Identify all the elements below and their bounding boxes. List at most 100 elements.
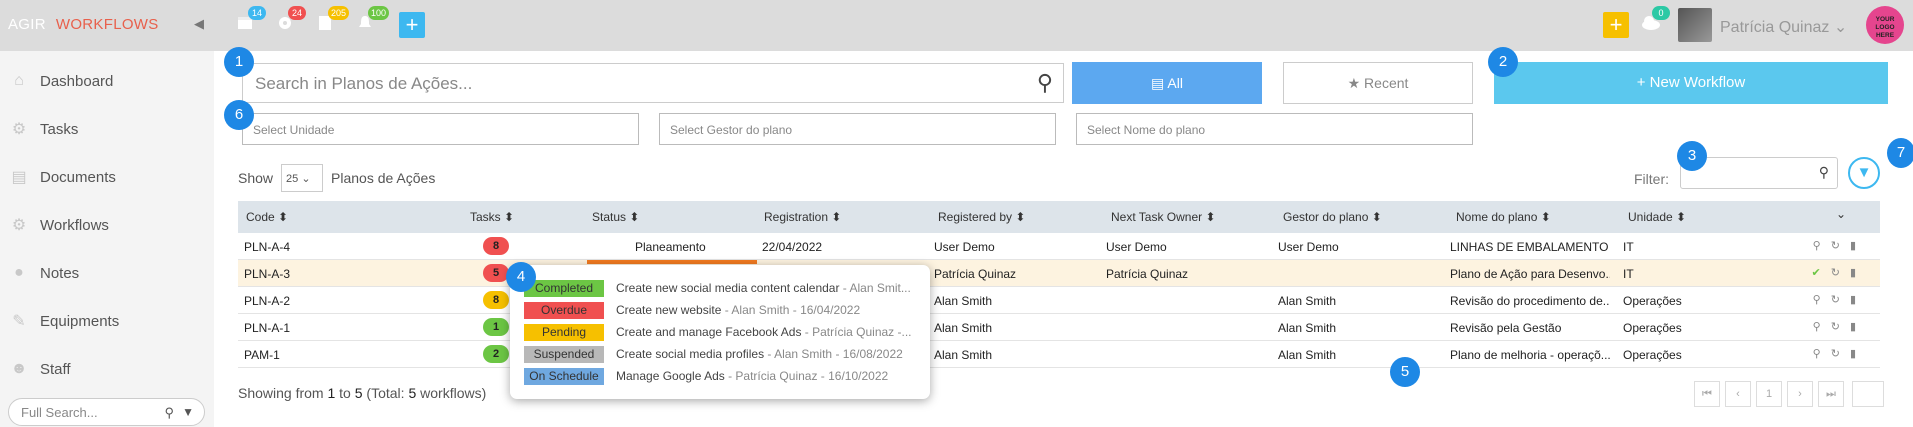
cell-code: PLN-A-4: [244, 240, 291, 254]
sidebar-item-dashboard[interactable]: ⌂ Dashboard: [8, 66, 113, 96]
cell-gestor: Alan Smith: [1278, 321, 1337, 335]
col-gestor[interactable]: Gestor do plano ⬍: [1283, 210, 1382, 224]
collapse-sidebar-icon[interactable]: ◀: [194, 16, 204, 32]
sidebar-item-staff[interactable]: ☻ Staff: [8, 354, 71, 384]
first-page-button[interactable]: ⏮: [1694, 381, 1720, 407]
filter-icon[interactable]: ▼: [182, 405, 194, 419]
col-unidade[interactable]: Unidade ⬍: [1628, 210, 1686, 224]
notifications-icon[interactable]: 100: [356, 6, 390, 35]
marker-3: 3: [1677, 141, 1707, 171]
page-jump-input[interactable]: [1852, 381, 1884, 407]
nome-select[interactable]: Select Nome do plano: [1076, 113, 1473, 145]
search-icon: ⚲: [1812, 240, 1831, 252]
sidebar-item-documents[interactable]: ▤ Documents: [8, 162, 115, 192]
tasks-badge[interactable]: 2: [483, 345, 509, 363]
cell-code: PLN-A-3: [244, 267, 291, 281]
show-label: Show: [238, 170, 274, 186]
advanced-filter-button[interactable]: ▼: [1848, 157, 1880, 189]
cell-registered-by: Alan Smith: [934, 348, 993, 362]
avatar[interactable]: [1678, 8, 1712, 42]
new-workflow-button[interactable]: + New Workflow: [1494, 62, 1888, 104]
sidebar-item-tasks[interactable]: ⚙ Tasks: [8, 114, 79, 144]
settings-badge: 24: [288, 6, 306, 20]
cell-registered-by: User Demo: [934, 240, 995, 254]
chat-icon: ●: [14, 264, 24, 281]
cell-code: PAM-1: [244, 348, 280, 362]
status-badge: Overdue: [524, 301, 604, 319]
page-size-select[interactable]: 25 ⌄: [281, 164, 324, 192]
cell-unidade: IT: [1623, 240, 1634, 254]
row-actions[interactable]: ⚲↻▮: [1813, 347, 1866, 360]
last-page-button[interactable]: ⏭: [1818, 381, 1844, 407]
table-row[interactable]: PAM-1 2 Alan Smith Alan Smith Plano de m…: [238, 341, 1880, 368]
search-placeholder: Search in Planos de Ações...: [255, 74, 473, 93]
search-icon[interactable]: ⚲: [164, 405, 174, 421]
page-size-control: Show 25 ⌄ Planos de Ações: [238, 164, 435, 192]
table-row[interactable]: PLN-A-1 1 Alan Smith Alan Smith Revisão …: [238, 314, 1880, 341]
recent-button[interactable]: ★ Recent: [1283, 62, 1473, 104]
cloud-icon[interactable]: 0: [1640, 6, 1670, 35]
popup-task-item[interactable]: Completed Create new social media conten…: [524, 279, 911, 297]
col-registration[interactable]: Registration ⬍: [764, 210, 841, 224]
row-actions[interactable]: ✔↻▮: [1812, 266, 1867, 279]
cell-gestor: Alan Smith: [1278, 294, 1337, 308]
settings-icon[interactable]: 24: [276, 6, 306, 35]
col-next-owner[interactable]: Next Task Owner ⬍: [1111, 210, 1216, 224]
tasks-badge[interactable]: 8: [483, 237, 509, 255]
row-actions[interactable]: ⚲↻▮: [1813, 293, 1866, 306]
table-row[interactable]: PLN-A-3 5 Patrícia Quinaz Patrícia Quina…: [238, 260, 1880, 287]
all-button[interactable]: ▤ All: [1072, 62, 1262, 104]
refresh-icon: ↻: [1830, 348, 1850, 360]
current-page[interactable]: 1: [1756, 381, 1782, 407]
popup-task-item[interactable]: Suspended Create social media profiles -…: [524, 345, 903, 363]
tasks-icon[interactable]: 205: [316, 6, 350, 35]
cell-code: PLN-A-1: [244, 321, 291, 335]
sidebar-item-notes[interactable]: ● Notes: [8, 258, 79, 288]
cell-nome: Plano de Ação para Desenvo...: [1450, 267, 1610, 281]
search-icon[interactable]: ⚲: [1037, 70, 1053, 96]
add-new-button[interactable]: +: [1603, 12, 1629, 38]
calendar-icon[interactable]: 14: [236, 6, 266, 35]
col-nome[interactable]: Nome do plano ⬍: [1456, 210, 1551, 224]
search-icon: ⚲: [1812, 348, 1831, 360]
popup-task-item[interactable]: On Schedule Manage Google Ads - Patrícia…: [524, 367, 888, 385]
col-registered-by[interactable]: Registered by ⬍: [938, 210, 1025, 224]
table-header: Code ⬍ Tasks ⬍ Status ⬍ Registration ⬍ R…: [238, 201, 1880, 233]
col-code[interactable]: Code ⬍: [246, 210, 288, 224]
sidebar-item-label: Staff: [40, 360, 71, 378]
tasks-badge[interactable]: 8: [483, 291, 509, 309]
col-tasks[interactable]: Tasks ⬍: [470, 210, 514, 224]
prev-page-button[interactable]: ‹: [1725, 381, 1751, 407]
col-status[interactable]: Status ⬍: [592, 210, 639, 224]
chevron-down-icon[interactable]: ⌄: [1836, 207, 1846, 221]
tasks-badge[interactable]: 5: [483, 264, 509, 282]
user-icon: ☻: [10, 360, 28, 377]
user-menu[interactable]: Patrícia Quinaz ⌄: [1720, 17, 1847, 37]
row-actions[interactable]: ⚲↻▮: [1813, 239, 1866, 252]
gestor-select[interactable]: Select Gestor do plano: [659, 113, 1056, 145]
cell-unidade: Operações: [1623, 294, 1682, 308]
full-search-input[interactable]: Full Search... ⚲ ▼: [8, 398, 205, 426]
sidebar-item-label: Equipments: [40, 312, 120, 330]
table-row[interactable]: PLN-A-2 8 Alan Smith Alan Smith Revisão …: [238, 287, 1880, 314]
search-icon[interactable]: ⚲: [1819, 164, 1829, 181]
marker-6: 6: [224, 100, 254, 130]
next-page-button[interactable]: ›: [1787, 381, 1813, 407]
sidebar-item-workflows[interactable]: ⚙ Workflows: [8, 210, 109, 240]
cell-registered-by: Patrícia Quinaz: [934, 267, 1017, 281]
cell-nome: LINHAS DE EMBALAMENTO ...: [1450, 240, 1610, 254]
table-row[interactable]: PLN-A-4 8 Planeamento 22/04/2022 User De…: [238, 233, 1880, 260]
tasks-badge[interactable]: 1: [483, 318, 509, 336]
filter-label: Filter:: [1634, 171, 1669, 187]
search-input[interactable]: Search in Planos de Ações... ⚲: [242, 63, 1064, 103]
brand-logo[interactable]: AGIR WORKFLOWS: [8, 16, 159, 33]
refresh-icon: ↻: [1830, 321, 1850, 333]
row-actions[interactable]: ⚲↻▮: [1813, 320, 1866, 333]
calendar-badge: 14: [248, 6, 266, 20]
popup-task-item[interactable]: Pending Create and manage Facebook Ads -…: [524, 323, 912, 341]
star-icon: ★: [1347, 75, 1361, 91]
unidade-select[interactable]: Select Unidade: [242, 113, 639, 145]
popup-task-item[interactable]: Overdue Create new website - Alan Smith …: [524, 301, 860, 319]
sidebar-item-equipments[interactable]: ✎ Equipments: [8, 306, 119, 336]
quick-add-button[interactable]: +: [399, 12, 425, 38]
